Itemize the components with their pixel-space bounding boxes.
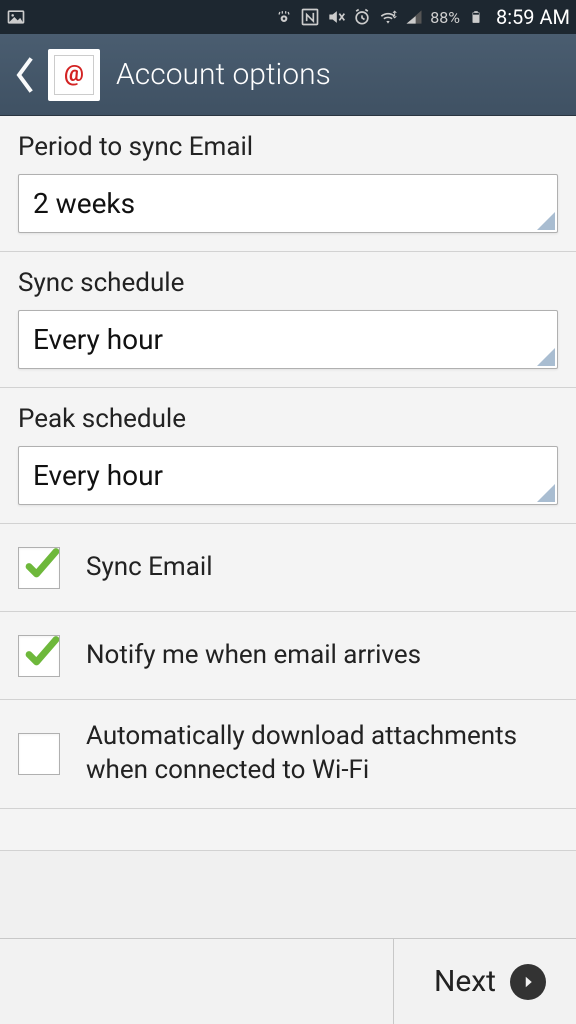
- period-sync-dropdown[interactable]: 2 weeks: [18, 174, 558, 233]
- sync-email-checkbox[interactable]: [18, 547, 60, 589]
- auto-download-label: Automatically download attachments when …: [86, 720, 558, 788]
- nfc-icon: [300, 7, 320, 27]
- spacer: [0, 809, 576, 851]
- mute-icon: [326, 7, 346, 27]
- back-button[interactable]: [8, 49, 42, 101]
- sync-schedule-label: Sync schedule: [18, 268, 558, 298]
- app-header: @ Account options: [0, 34, 576, 116]
- peak-schedule-dropdown[interactable]: Every hour: [18, 446, 558, 505]
- status-bar: 88% 8:59 AM: [0, 0, 576, 34]
- next-button[interactable]: Next: [393, 939, 576, 1024]
- dropdown-corner-icon: [537, 484, 555, 502]
- period-sync-value: 2 weeks: [33, 187, 135, 220]
- settings-content: Period to sync Email 2 weeks Sync schedu…: [0, 116, 576, 851]
- sync-email-label: Sync Email: [86, 551, 213, 585]
- dropdown-corner-icon: [537, 212, 555, 230]
- sync-schedule-section: Sync schedule Every hour: [0, 252, 576, 388]
- dropdown-corner-icon: [537, 348, 555, 366]
- sync-schedule-dropdown[interactable]: Every hour: [18, 310, 558, 369]
- battery-percent: 88%: [430, 8, 460, 27]
- next-label: Next: [434, 964, 496, 999]
- wifi-icon: [378, 7, 398, 27]
- email-app-icon: @: [48, 49, 100, 101]
- period-sync-label: Period to sync Email: [18, 132, 558, 162]
- period-sync-section: Period to sync Email 2 weeks: [0, 116, 576, 252]
- alarm-icon: [352, 7, 372, 27]
- check-icon: [23, 631, 59, 675]
- auto-download-row[interactable]: Automatically download attachments when …: [0, 700, 576, 809]
- peak-schedule-value: Every hour: [33, 459, 163, 492]
- peak-schedule-section: Peak schedule Every hour: [0, 388, 576, 524]
- sync-email-row[interactable]: Sync Email: [0, 524, 576, 612]
- auto-download-checkbox[interactable]: [18, 733, 60, 775]
- footer: Next: [0, 938, 576, 1024]
- check-icon: [23, 543, 59, 587]
- battery-icon: [466, 7, 486, 27]
- peak-schedule-label: Peak schedule: [18, 404, 558, 434]
- sync-schedule-value: Every hour: [33, 323, 163, 356]
- notify-label: Notify me when email arrives: [86, 639, 421, 673]
- eye-icon: [274, 7, 294, 27]
- chevron-right-circle-icon: [510, 964, 546, 1000]
- picture-icon: [6, 7, 26, 27]
- page-title: Account options: [116, 57, 331, 92]
- signal-icon: [404, 7, 424, 27]
- status-time: 8:59 AM: [496, 5, 570, 29]
- notify-row[interactable]: Notify me when email arrives: [0, 612, 576, 700]
- notify-checkbox[interactable]: [18, 635, 60, 677]
